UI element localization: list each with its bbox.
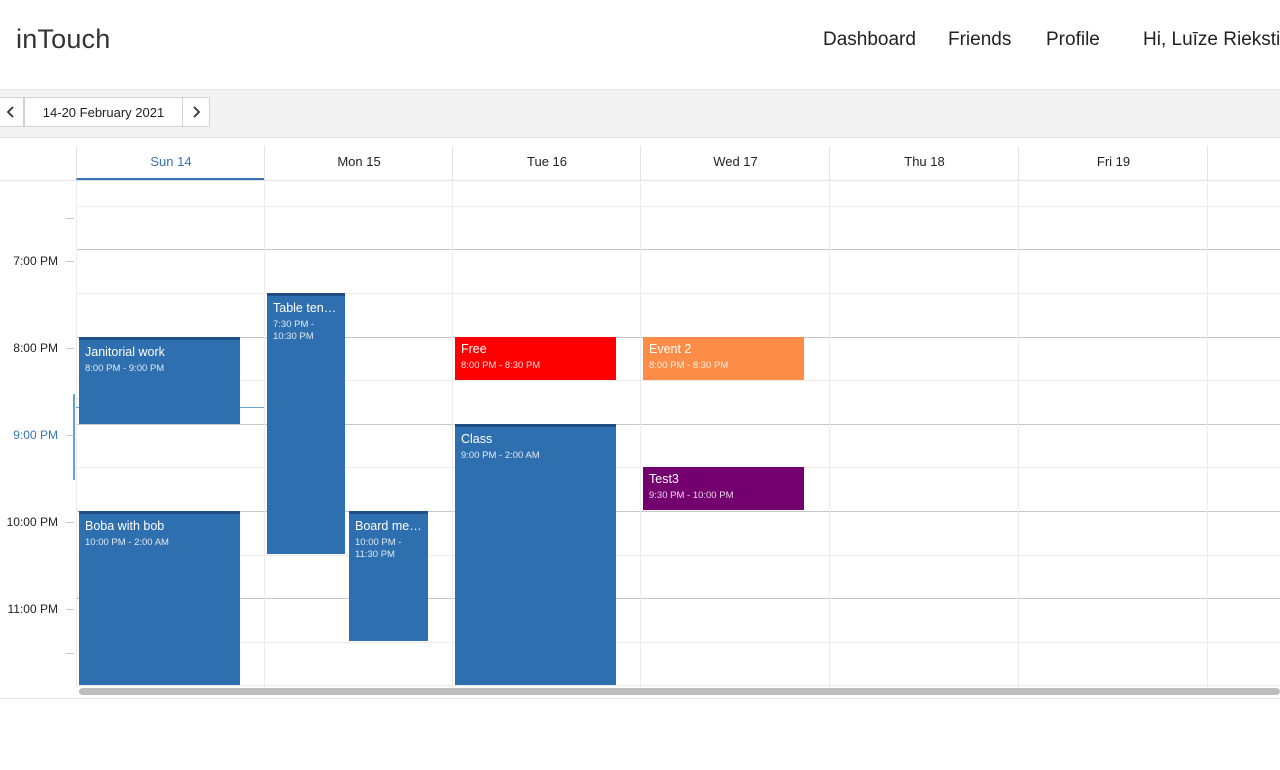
event-time: 7:30 PM - 10:30 PM xyxy=(273,319,315,342)
event-test3[interactable]: Test3 9:30 PM - 10:00 PM xyxy=(643,467,804,510)
event-table-tennis[interactable]: Table tennis 7:30 PM - 10:30 PM xyxy=(267,293,345,554)
day-header-partial xyxy=(1207,146,1280,180)
day-header-fri-19[interactable]: Fri 19 xyxy=(1018,146,1208,180)
column-line xyxy=(1018,180,1019,688)
grid-line xyxy=(76,598,1280,599)
grid-line xyxy=(76,206,1280,207)
grid-line xyxy=(76,555,1280,556)
column-line xyxy=(1207,180,1208,688)
event-title: Boba with bob xyxy=(85,519,165,533)
grid-line xyxy=(76,685,1280,686)
time-label-7pm: 7:00 PM xyxy=(13,254,58,268)
event-class[interactable]: Class 9:00 PM - 2:00 AM xyxy=(455,424,616,685)
next-week-button[interactable] xyxy=(182,97,210,127)
time-tick xyxy=(66,653,74,654)
grid-line xyxy=(76,380,1280,381)
app-logo[interactable]: inTouch xyxy=(16,24,110,55)
time-label-11pm: 11:00 PM xyxy=(7,602,58,616)
day-header-sun-14[interactable]: Sun 14 xyxy=(76,146,265,180)
scheduler-toolbar: 14-20 February 2021 xyxy=(0,90,1280,138)
horizontal-scrollbar[interactable] xyxy=(79,688,1280,695)
time-tick xyxy=(66,522,74,523)
event-event-2[interactable]: Event 2 8:00 PM - 8:30 PM xyxy=(643,337,804,380)
event-time: 8:00 PM - 9:00 PM xyxy=(85,363,165,374)
grid-line xyxy=(76,424,1280,425)
date-range-button[interactable]: 14-20 February 2021 xyxy=(24,97,183,127)
week-scheduler: Sun 14 Mon 15 Tue 16 Wed 17 Thu 18 Fri 1… xyxy=(0,138,1280,699)
column-line xyxy=(264,180,265,688)
grid-line xyxy=(76,511,1280,512)
event-janitorial-work[interactable]: Janitorial work 8:00 PM - 9:00 PM xyxy=(79,337,240,424)
time-label-9pm: 9:00 PM xyxy=(13,428,58,442)
nav-friends[interactable]: Friends xyxy=(948,29,1011,51)
event-title: Table tennis xyxy=(273,301,339,315)
event-time: 8:00 PM - 8:30 PM xyxy=(649,360,729,371)
event-time: 8:00 PM - 8:30 PM xyxy=(461,360,541,371)
grid-line xyxy=(76,293,1280,294)
nav-dashboard[interactable]: Dashboard xyxy=(823,29,916,51)
event-time: 9:00 PM - 2:00 AM xyxy=(461,450,540,461)
event-title: Janitorial work xyxy=(85,345,165,359)
event-title: Test3 xyxy=(649,472,679,486)
time-label-8pm: 8:00 PM xyxy=(13,341,58,355)
column-line xyxy=(76,180,77,688)
event-title: Free xyxy=(461,342,487,356)
time-tick xyxy=(66,218,74,219)
event-title: Class xyxy=(461,432,493,446)
event-board-meeting[interactable]: Board meeting 10:00 PM - 11:30 PM xyxy=(349,511,428,641)
time-tick xyxy=(66,348,74,349)
column-line xyxy=(829,180,830,688)
chevron-left-icon xyxy=(6,106,14,118)
chevron-right-icon xyxy=(193,106,201,118)
event-title: Board meeting xyxy=(355,519,422,533)
app-header: inTouch Dashboard Friends Profile Hi, Lu… xyxy=(0,0,1280,90)
grid-line xyxy=(76,249,1280,250)
day-header-wed-17[interactable]: Wed 17 xyxy=(640,146,830,180)
event-title: Event 2 xyxy=(649,342,692,356)
time-tick xyxy=(66,261,74,262)
grid-line xyxy=(76,642,1280,643)
current-time-bar xyxy=(73,394,75,480)
event-time: 9:30 PM - 10:00 PM xyxy=(649,490,734,501)
day-header-thu-18[interactable]: Thu 18 xyxy=(829,146,1019,180)
event-time: 10:00 PM - 11:30 PM xyxy=(355,537,402,560)
time-label-10pm: 10:00 PM xyxy=(6,515,58,529)
day-header-tue-16[interactable]: Tue 16 xyxy=(452,146,641,180)
column-line xyxy=(640,180,641,688)
time-tick xyxy=(66,609,74,610)
event-boba-with-bob[interactable]: Boba with bob 10:00 PM - 2:00 AM xyxy=(79,511,240,685)
user-greeting[interactable]: Hi, Luīze Riekstiņa xyxy=(1143,29,1280,51)
day-header-mon-15[interactable]: Mon 15 xyxy=(264,146,453,180)
nav-profile[interactable]: Profile xyxy=(1046,29,1100,51)
previous-week-button[interactable] xyxy=(0,97,24,127)
event-free[interactable]: Free 8:00 PM - 8:30 PM xyxy=(455,337,616,380)
event-time: 10:00 PM - 2:00 AM xyxy=(85,537,169,548)
column-line xyxy=(452,180,453,688)
